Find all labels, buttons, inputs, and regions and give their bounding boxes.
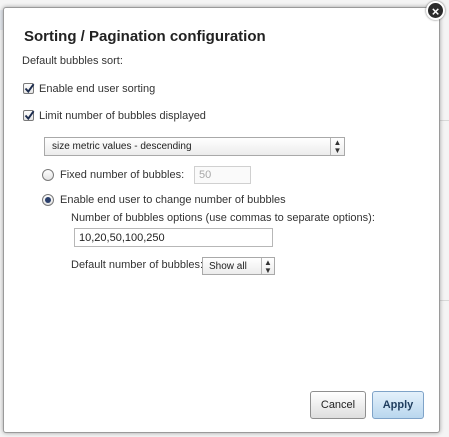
background-divider [439,300,449,301]
close-icon[interactable]: × [426,1,445,20]
sort-order-value: size metric values - descending [52,141,192,152]
default-number-select[interactable]: Show all ▲ ▼ [202,257,275,275]
cancel-button[interactable]: Cancel [310,391,366,419]
apply-button[interactable]: Apply [372,391,424,419]
default-number-label: Default number of bubbles: [71,259,204,271]
limit-bubbles-checkbox[interactable] [23,110,35,121]
enable-change-radio[interactable] [42,194,54,206]
enable-sorting-checkbox[interactable] [23,83,35,94]
default-sort-label: Default bubbles sort: [22,55,123,67]
default-number-value: Show all [209,261,247,272]
fixed-number-radio[interactable] [42,169,54,181]
background-divider [439,120,449,121]
bubble-options-input[interactable] [74,228,273,247]
dialog-title: Sorting / Pagination configuration [24,28,266,45]
fixed-number-input[interactable] [194,166,251,184]
double-chevron-icon: ▲ ▼ [330,138,344,155]
enable-sorting-label: Enable end user sorting [39,83,156,95]
limit-bubbles-label: Limit number of bubbles displayed [39,110,206,122]
sort-order-select[interactable]: size metric values - descending ▲ ▼ [44,137,345,156]
enable-change-label: Enable end user to change number of bubb… [60,194,286,206]
fixed-number-label: Fixed number of bubbles: [60,169,185,181]
options-label: Number of bubbles options (use commas to… [71,212,375,224]
double-chevron-icon: ▲ ▼ [261,258,274,275]
checkmark-icon [24,83,35,94]
checkmark-icon [24,110,35,121]
sorting-pagination-dialog: Sorting / Pagination configuration Defau… [3,7,440,433]
